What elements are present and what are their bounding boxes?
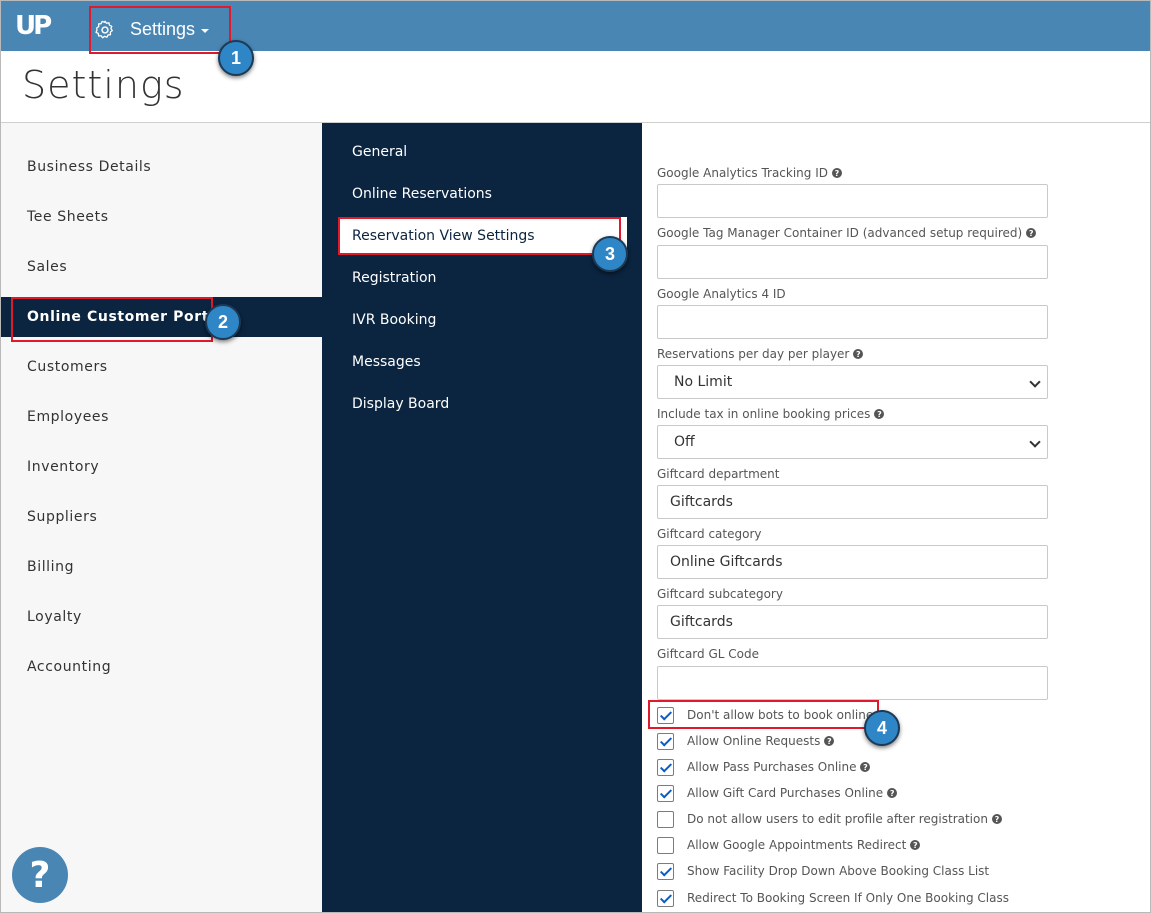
help-icon[interactable]: ? (910, 840, 921, 850)
giftcard-subcategory-input[interactable]: Giftcards (657, 605, 1048, 639)
page-title: Settings (22, 63, 185, 107)
subnav-item-ivr-booking[interactable]: IVR Booking (352, 308, 436, 332)
app-logo[interactable]: UP (15, 11, 55, 41)
sidebar-item-employees[interactable]: Employees (1, 397, 322, 437)
sidebar-item-customers[interactable]: Customers (1, 347, 322, 387)
help-icon[interactable]: ? (1026, 228, 1037, 238)
reservations-per-day-label: Reservations per day per player? (657, 347, 864, 361)
highlight-box-online-customer-portal (11, 297, 213, 342)
callout-3: 3 (592, 236, 628, 272)
ga-tracking-id-input[interactable] (657, 184, 1048, 218)
sidebar-item-business-details[interactable]: Business Details (1, 147, 322, 187)
gtm-container-id-input[interactable] (657, 245, 1048, 279)
help-icon[interactable]: ? (874, 409, 885, 419)
checkbox-row-google-appointments[interactable]: Allow Google Appointments Redirect? (657, 835, 921, 855)
giftcard-subcategory-label: Giftcard subcategory (657, 587, 783, 601)
subnav-item-registration[interactable]: Registration (352, 266, 436, 290)
giftcard-gl-code-input[interactable] (657, 666, 1048, 700)
callout-1: 1 (218, 40, 254, 76)
gtm-container-id-label: Google Tag Manager Container ID (advance… (657, 226, 1037, 240)
logo-text: UP (15, 11, 52, 41)
giftcard-gl-code-label: Giftcard GL Code (657, 647, 759, 661)
checkbox[interactable] (657, 889, 674, 907)
checkbox[interactable] (657, 732, 674, 750)
subnav-item-online-reservations[interactable]: Online Reservations (352, 182, 492, 206)
callout-2: 2 (205, 304, 241, 340)
checkbox[interactable] (657, 784, 674, 802)
checkbox[interactable] (657, 758, 674, 776)
chevron-down-icon (1029, 376, 1041, 388)
checkbox[interactable] (657, 836, 674, 854)
reservation-view-settings-form: Google Analytics Tracking ID? Google Tag… (642, 123, 1150, 912)
giftcard-department-input[interactable]: Giftcards (657, 485, 1048, 519)
checkbox-row-redirect-booking[interactable]: Redirect To Booking Screen If Only One B… (657, 888, 1009, 908)
settings-sidebar: Business Details Tee Sheets Sales Online… (1, 123, 322, 912)
highlight-box-settings (89, 6, 231, 54)
help-icon[interactable]: ? (860, 762, 871, 772)
subnav-item-general[interactable]: General (352, 140, 407, 164)
help-icon[interactable]: ? (887, 788, 898, 798)
highlight-box-no-bots (648, 700, 879, 729)
help-icon[interactable]: ? (824, 736, 835, 746)
subnav-item-messages[interactable]: Messages (352, 350, 421, 374)
ga4-id-label: Google Analytics 4 ID (657, 287, 786, 301)
sidebar-item-suppliers[interactable]: Suppliers (1, 497, 322, 537)
sidebar-item-accounting[interactable]: Accounting (1, 647, 322, 687)
help-icon[interactable]: ? (991, 814, 1002, 824)
sidebar-item-tee-sheets[interactable]: Tee Sheets (1, 197, 322, 237)
checkbox-row-gift-card-purchases[interactable]: Allow Gift Card Purchases Online? (657, 783, 898, 803)
include-tax-select[interactable]: Off (657, 425, 1048, 459)
highlight-box-reservation-view-settings (338, 217, 621, 255)
checkbox[interactable] (657, 862, 674, 880)
checkbox[interactable] (657, 810, 674, 828)
checkbox-row-pass-purchases[interactable]: Allow Pass Purchases Online? (657, 757, 871, 777)
giftcard-department-label: Giftcard department (657, 467, 780, 481)
sidebar-item-sales[interactable]: Sales (1, 247, 322, 287)
help-icon[interactable]: ? (853, 349, 864, 359)
include-tax-label: Include tax in online booking prices? (657, 407, 885, 421)
checkbox-row-online-requests[interactable]: Allow Online Requests? (657, 731, 835, 751)
giftcard-category-input[interactable]: Online Giftcards (657, 545, 1048, 579)
sidebar-item-loyalty[interactable]: Loyalty (1, 597, 322, 637)
help-icon[interactable]: ? (832, 168, 842, 178)
giftcard-category-label: Giftcard category (657, 527, 762, 541)
app-window: UP Settings 1 Settings Business Details … (0, 0, 1151, 913)
sidebar-item-billing[interactable]: Billing (1, 547, 322, 587)
ga4-id-input[interactable] (657, 305, 1048, 339)
ga-tracking-id-label: Google Analytics Tracking ID? (657, 166, 842, 180)
sidebar-item-inventory[interactable]: Inventory (1, 447, 322, 487)
help-bubble-button[interactable]: ? (12, 847, 68, 903)
chevron-down-icon (1029, 436, 1041, 448)
subnav-item-display-board[interactable]: Display Board (352, 392, 449, 416)
checkbox-row-facility-dropdown[interactable]: Show Facility Drop Down Above Booking Cl… (657, 861, 989, 881)
reservations-per-day-select[interactable]: No Limit (657, 365, 1048, 399)
callout-4: 4 (864, 710, 900, 746)
checkbox-row-no-edit-profile[interactable]: Do not allow users to edit profile after… (657, 809, 1002, 829)
